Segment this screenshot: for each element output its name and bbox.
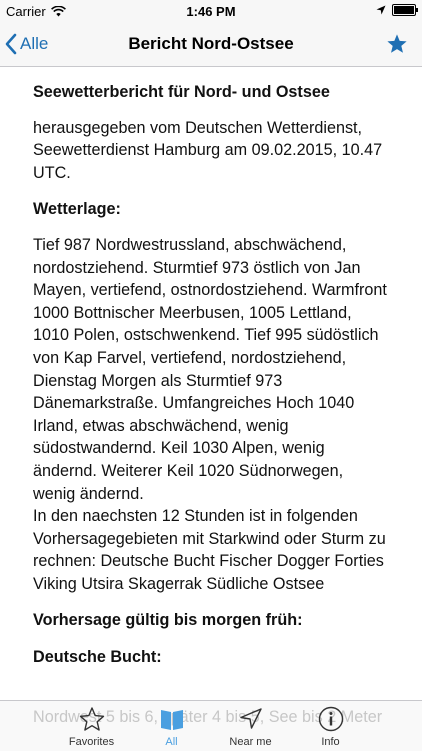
clock: 1:46 PM: [186, 4, 236, 19]
status-bar: Carrier 1:46 PM: [0, 0, 422, 22]
weather-situation-heading: Wetterlage:: [33, 200, 121, 219]
report-title: Seewetterbericht für Nord- und Ostsee: [33, 83, 330, 101]
forecast-heading: Vorhersage gültig bis morgen früh:: [33, 611, 303, 630]
location-arrow-icon: [239, 708, 262, 729]
battery-icon: [392, 4, 418, 16]
report-issued-text: herausgegeben vom Deutschen Wetterdienst…: [33, 118, 383, 182]
star-outline-icon: [79, 707, 104, 731]
region-heading: Deutsche Bucht:: [33, 648, 162, 667]
weather-situation-text: Tief 987 Nordwestrussland, abschwächend,…: [33, 235, 387, 503]
report-content: Seewetterbericht für Nord- und Ostsee he…: [0, 67, 422, 697]
book-icon: [160, 710, 183, 730]
tab-info[interactable]: Info: [278, 702, 383, 750]
location-services-icon: [376, 5, 386, 15]
navigation-bar: Alle Bericht Nord-Ostsee: [0, 22, 422, 67]
page-title: Bericht Nord-Ostsee: [128, 34, 294, 53]
status-right: [376, 4, 418, 16]
favorite-star-icon[interactable]: [386, 33, 408, 55]
tab-info-label: Info: [321, 736, 340, 748]
info-icon: [318, 706, 343, 732]
storm-warning-text: In den naechsten 12 Stunden ist in folge…: [33, 507, 386, 593]
